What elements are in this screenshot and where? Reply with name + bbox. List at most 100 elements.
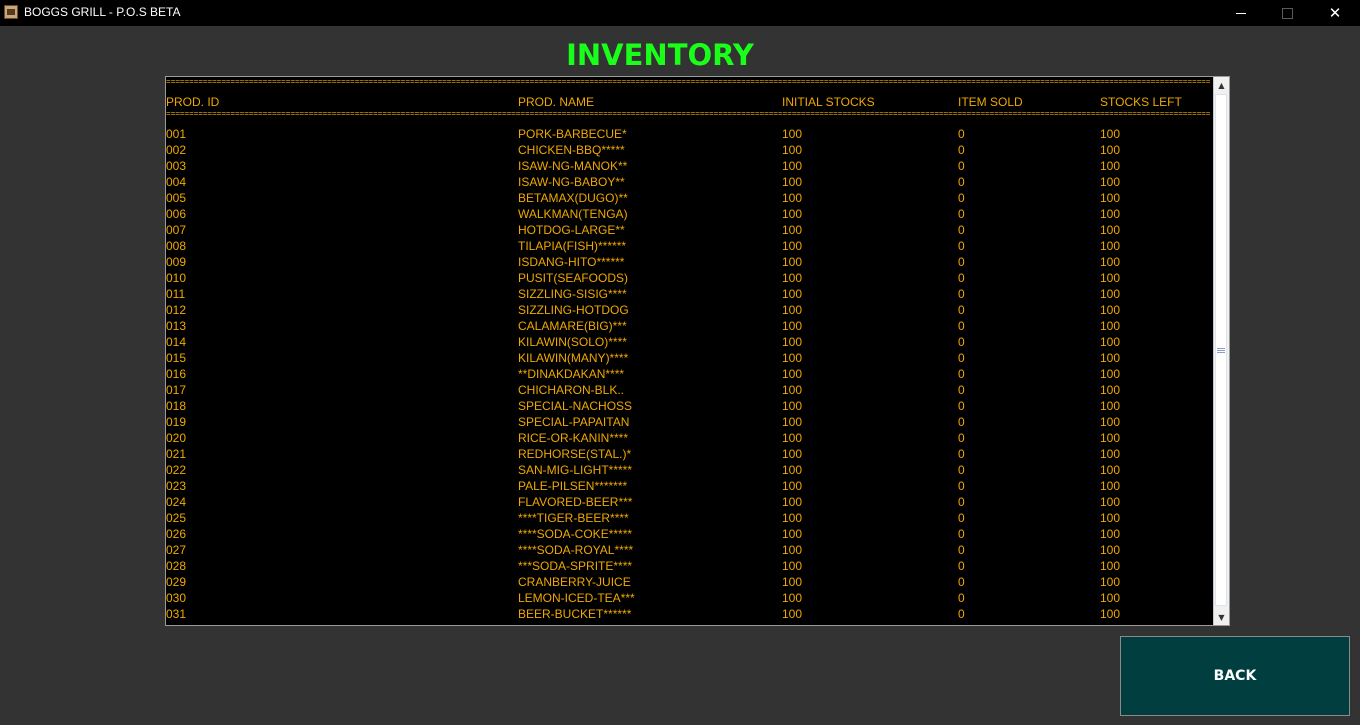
cell-id: 023 [166,479,187,493]
cell-sold: 0 [958,527,965,541]
cell-name: SIZZLING-SISIG**** [518,287,627,301]
cell-initial: 100 [782,447,803,461]
cell-sold: 0 [958,511,965,525]
cell-left: 100 [1100,335,1121,349]
cell-left: 100 [1100,591,1121,605]
cell-sold: 0 [958,591,965,605]
cell-name: TILAPIA(FISH)****** [518,239,627,253]
minimize-button[interactable] [1218,0,1264,26]
cell-initial: 100 [782,559,803,573]
cell-left: 100 [1100,463,1121,477]
table-row: 023 PALE-PILSEN******* 100 0 100 [166,478,1213,494]
table-row: 017 CHICHARON-BLK.. 100 0 100 [166,382,1213,398]
cell-left: 100 [1100,191,1121,205]
cell-id: 015 [166,351,187,365]
cell-initial: 100 [782,319,803,333]
cell-name: ****SODA-COKE***** [518,527,633,541]
cell-initial: 100 [782,303,803,317]
cell-initial: 100 [782,255,803,269]
column-header-sold: ITEM SOLD [958,95,1023,109]
cell-name: ISAW-NG-MANOK** [518,159,628,173]
cell-id: 029 [166,575,187,589]
scroll-up-icon[interactable]: ▲ [1214,77,1229,93]
cell-id: 001 [166,127,187,141]
cell-id: 004 [166,175,187,189]
cell-id: 026 [166,527,187,541]
grip-icon [1217,347,1225,353]
cell-name: SAN-MIG-LIGHT***** [518,463,633,477]
table-row: 009 ISDANG-HITO****** 100 0 100 [166,254,1213,270]
table-row: 003 ISAW-NG-MANOK** 100 0 100 [166,158,1213,174]
cell-initial: 100 [782,175,803,189]
cell-left: 100 [1100,351,1121,365]
maximize-button[interactable] [1264,0,1310,26]
cell-sold: 0 [958,399,965,413]
cell-initial: 100 [782,207,803,221]
cell-sold: 0 [958,143,965,157]
table-row: 031 BEER-BUCKET****** 100 0 100 [166,606,1213,622]
inventory-text-area[interactable]: ========================================… [165,76,1230,626]
cell-sold: 0 [958,175,965,189]
cell-id: 005 [166,191,187,205]
cell-initial: 100 [782,223,803,237]
cell-initial: 100 [782,479,803,493]
cell-initial: 100 [782,431,803,445]
cell-id: 012 [166,303,187,317]
cell-name: ****TIGER-BEER**** [518,511,629,525]
cell-sold: 0 [958,559,965,573]
cell-name: HOTDOG-LARGE** [518,223,625,237]
cell-id: 014 [166,335,187,349]
cell-initial: 100 [782,287,803,301]
title-bar: BOGGS GRILL - P.O.S BETA ✕ [0,0,1360,26]
scroll-down-icon[interactable]: ▼ [1214,609,1229,625]
cell-left: 100 [1100,495,1121,509]
cell-id: 003 [166,159,187,173]
cell-initial: 100 [782,415,803,429]
cell-id: 031 [166,607,187,621]
cell-left: 100 [1100,447,1121,461]
cell-sold: 0 [958,495,965,509]
cell-sold: 0 [958,479,965,493]
cell-sold: 0 [958,223,965,237]
cell-name: SPECIAL-NACHOSS [518,399,633,413]
vertical-scrollbar[interactable]: ▲ ▼ [1213,77,1229,625]
table-row: 015 KILAWIN(MANY)**** 100 0 100 [166,350,1213,366]
cell-left: 100 [1100,415,1121,429]
back-button[interactable]: BACK [1120,636,1350,716]
cell-left: 100 [1100,271,1121,285]
cell-left: 100 [1100,239,1121,253]
cell-sold: 0 [958,607,965,621]
cell-sold: 0 [958,463,965,477]
cell-name: PALE-PILSEN******* [518,479,628,493]
cell-left: 100 [1100,607,1121,621]
cell-id: 016 [166,367,187,381]
cell-id: 018 [166,399,187,413]
table-row: 027 ****SODA-ROYAL**** 100 0 100 [166,542,1213,558]
column-header-name: PROD. NAME [518,95,595,109]
cell-name: KILAWIN(MANY)**** [518,351,629,365]
scroll-thumb[interactable] [1215,94,1227,606]
cell-id: 021 [166,447,187,461]
cell-left: 100 [1100,159,1121,173]
close-button[interactable]: ✕ [1312,0,1358,26]
page-title: INVENTORY [566,38,754,72]
separator-line: ========================================… [166,79,1210,87]
column-header-left: STOCKS LEFT [1100,95,1182,109]
cell-sold: 0 [958,383,965,397]
cell-sold: 0 [958,543,965,557]
cell-initial: 100 [782,607,803,621]
cell-sold: 0 [958,351,965,365]
table-header: PROD. ID PROD. NAME INITIAL STOCKS ITEM … [166,94,1213,110]
cell-initial: 100 [782,191,803,205]
cell-initial: 100 [782,383,803,397]
cell-name: ISDANG-HITO****** [518,255,625,269]
minimize-icon [1236,12,1246,14]
table-row: 001 PORK-BARBECUE* 100 0 100 [166,126,1213,142]
cell-id: 013 [166,319,187,333]
cell-left: 100 [1100,399,1121,413]
cell-left: 100 [1100,303,1121,317]
cell-sold: 0 [958,271,965,285]
cell-initial: 100 [782,367,803,381]
cell-initial: 100 [782,463,803,477]
cell-left: 100 [1100,543,1121,557]
